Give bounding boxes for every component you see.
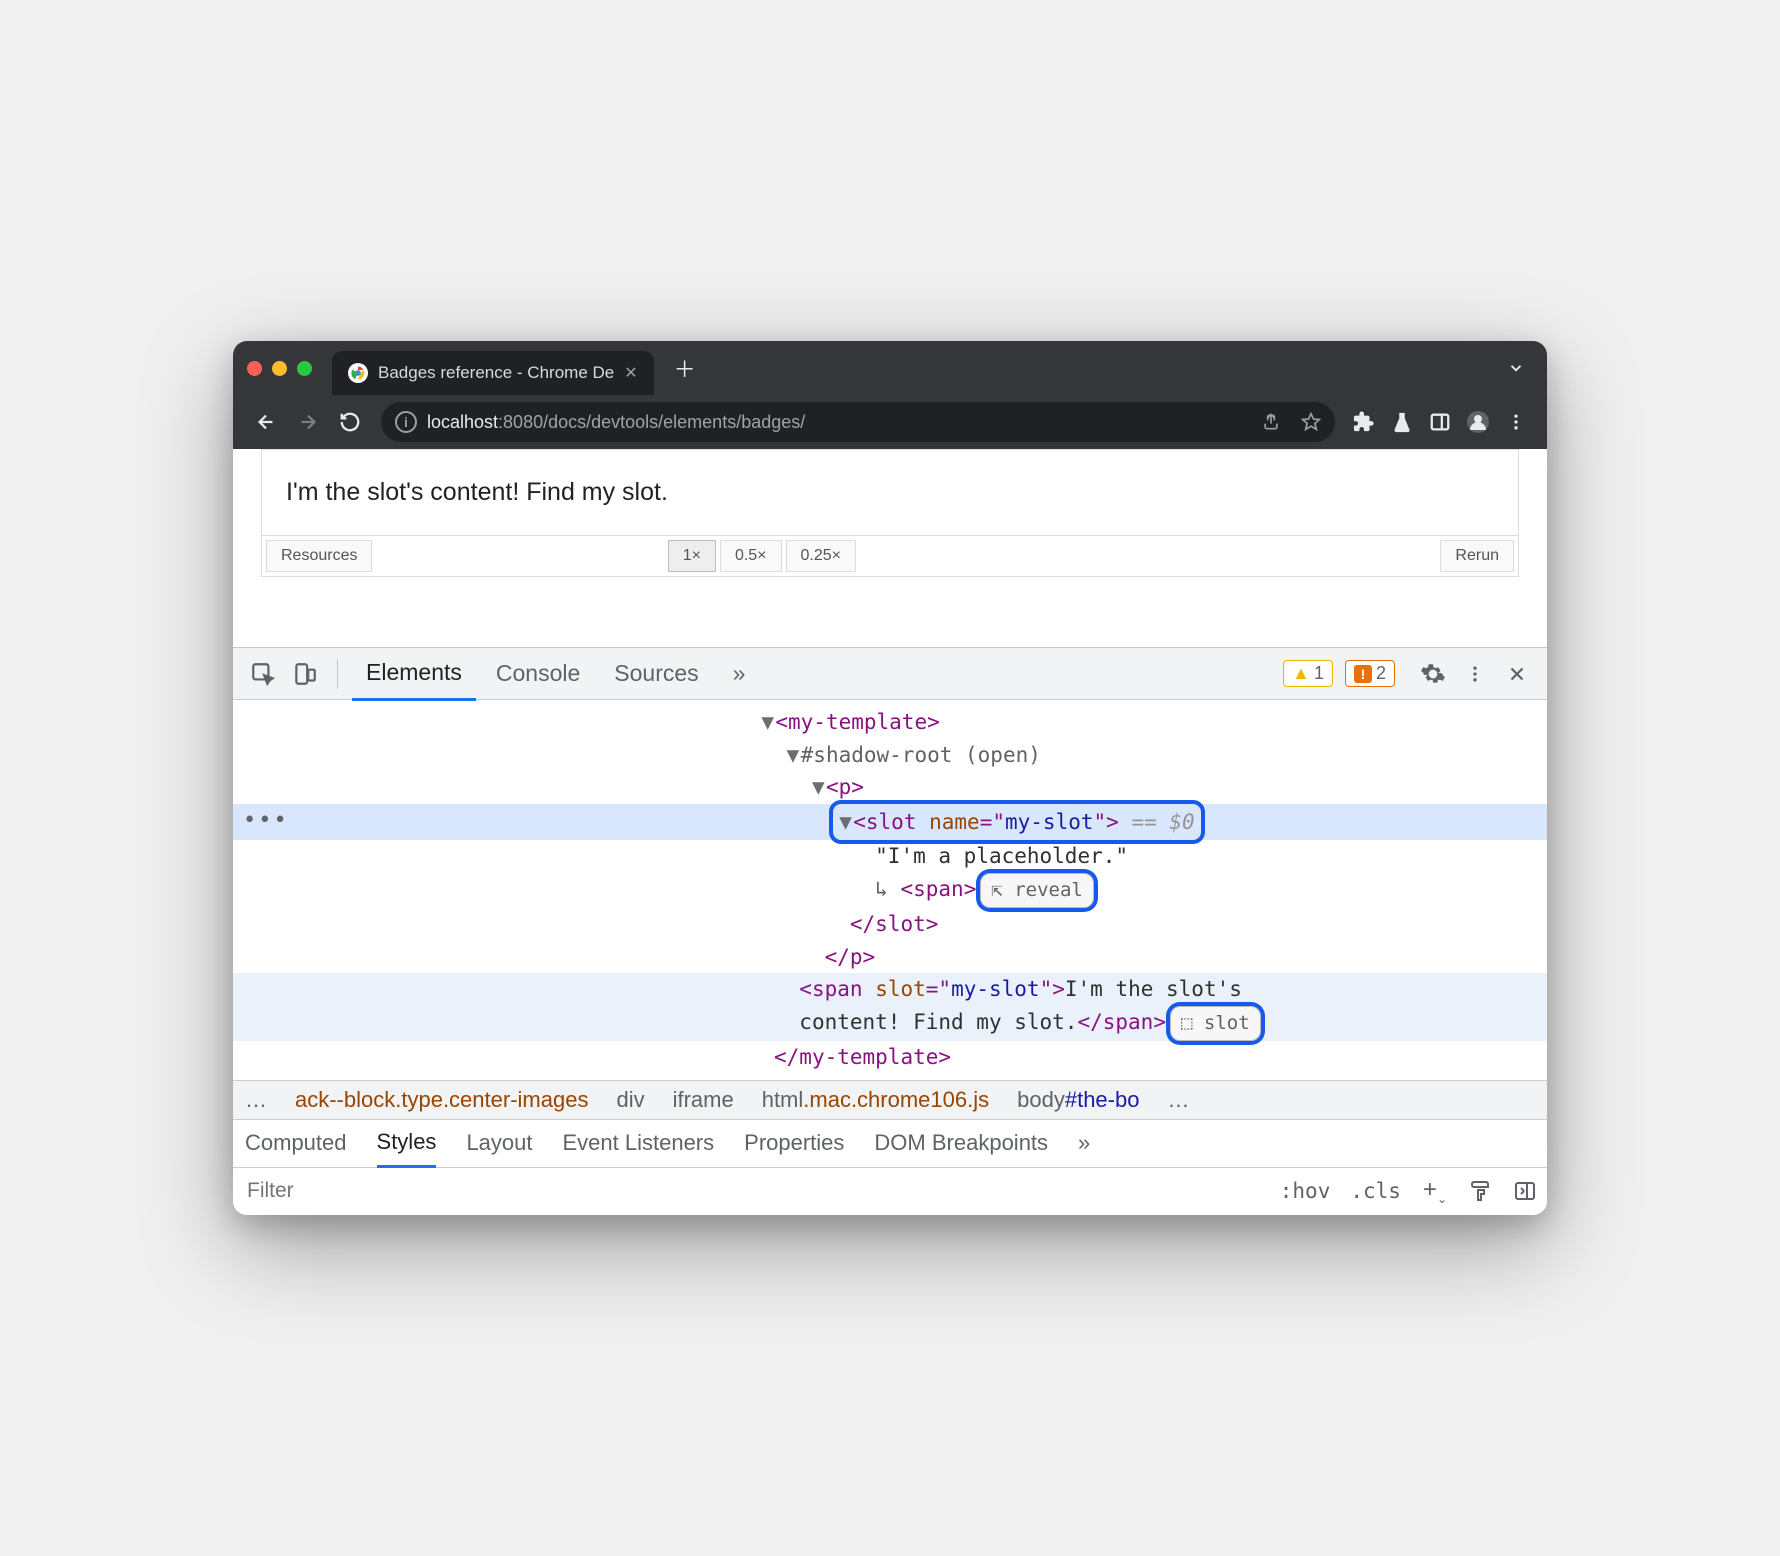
devtools-panel: Elements Console Sources » ▲1 !2 <box>233 647 1547 1215</box>
dom-node[interactable]: content! Find my slot.</span>⬚ slot <box>233 1006 1547 1041</box>
rerun-button[interactable]: Rerun <box>1440 540 1514 572</box>
chrome-menu-icon[interactable] <box>1499 405 1533 439</box>
forward-button[interactable] <box>289 403 327 441</box>
breadcrumb-segment[interactable]: div <box>616 1087 644 1113</box>
styles-filter-input[interactable] <box>233 1179 1270 1203</box>
minimize-window-button[interactable] <box>272 361 287 376</box>
issues-icon: ! <box>1354 665 1372 683</box>
zoom-half-button[interactable]: 0.5× <box>720 540 782 572</box>
devtools-menu-icon[interactable] <box>1457 656 1493 692</box>
browser-tab[interactable]: Badges reference - Chrome De ✕ <box>332 351 654 395</box>
warning-icon: ▲ <box>1292 663 1310 684</box>
subtab-layout[interactable]: Layout <box>466 1120 532 1166</box>
tab-console[interactable]: Console <box>482 648 594 699</box>
breadcrumb-segment[interactable]: body#the-bo <box>1017 1087 1139 1113</box>
maximize-window-button[interactable] <box>297 361 312 376</box>
cls-toggle[interactable]: .cls <box>1350 1179 1401 1203</box>
demo-container: I'm the slot's content! Find my slot. Re… <box>261 449 1519 577</box>
dom-node[interactable]: </slot> <box>233 908 1547 941</box>
dom-node[interactable]: ↳ <span>⇱ reveal <box>233 873 1547 908</box>
site-info-icon[interactable]: i <box>395 411 417 433</box>
dom-node[interactable]: ▼<p> <box>233 771 1547 804</box>
dom-node[interactable]: </p> <box>233 941 1547 974</box>
demo-controls: Resources 1× 0.5× 0.25× Rerun <box>262 536 1518 576</box>
warnings-badge[interactable]: ▲1 <box>1283 660 1333 687</box>
labs-icon[interactable] <box>1385 405 1419 439</box>
dom-node[interactable]: </my-template> <box>233 1041 1547 1074</box>
dom-tree[interactable]: ▼<my-template> ▼#shadow-root (open) ▼<p>… <box>233 700 1547 1080</box>
expand-dots-icon[interactable]: ••• <box>243 804 289 838</box>
slot-badge[interactable]: ⬚ slot <box>1170 1006 1261 1041</box>
traffic-lights <box>247 361 312 376</box>
share-icon[interactable] <box>1261 412 1281 432</box>
subtab-styles[interactable]: Styles <box>377 1119 437 1168</box>
zoom-quarter-button[interactable]: 0.25× <box>786 540 856 572</box>
subtab-event-listeners[interactable]: Event Listeners <box>563 1120 715 1166</box>
browser-window: Badges reference - Chrome De ✕ ＋ i local… <box>233 341 1547 1215</box>
tab-close-icon[interactable]: ✕ <box>624 363 637 383</box>
tab-elements[interactable]: Elements <box>352 647 476 701</box>
device-toolbar-icon[interactable] <box>287 656 323 692</box>
tab-search-icon[interactable] <box>1507 359 1525 377</box>
tab-title: Badges reference - Chrome De <box>378 363 614 383</box>
reveal-icon: ⇱ <box>991 879 1014 901</box>
dom-breadcrumbs[interactable]: … ack--block.type.center-images div ifra… <box>233 1080 1547 1119</box>
inspect-element-icon[interactable] <box>245 656 281 692</box>
tab-sources[interactable]: Sources <box>600 648 712 699</box>
settings-gear-icon[interactable] <box>1415 656 1451 692</box>
breadcrumb-segment[interactable]: html.mac.chrome106.js <box>762 1087 989 1113</box>
breadcrumb-segment[interactable]: iframe <box>673 1087 734 1113</box>
subtab-dom-breakpoints[interactable]: DOM Breakpoints <box>874 1120 1048 1166</box>
devtools-close-icon[interactable] <box>1499 656 1535 692</box>
title-bar: Badges reference - Chrome De ✕ ＋ <box>233 341 1547 395</box>
extensions-icon[interactable] <box>1347 405 1381 439</box>
zoom-1x-button[interactable]: 1× <box>668 540 716 572</box>
chrome-favicon-icon <box>348 363 368 383</box>
page-viewport: I'm the slot's content! Find my slot. Re… <box>233 449 1547 1215</box>
dom-node[interactable]: "I'm a placeholder." <box>233 840 1547 873</box>
profile-avatar[interactable] <box>1461 405 1495 439</box>
new-style-rule-icon[interactable]: +⌄ <box>1423 1176 1447 1206</box>
subtab-properties[interactable]: Properties <box>744 1120 844 1166</box>
close-window-button[interactable] <box>247 361 262 376</box>
address-bar: i localhost:8080/docs/devtools/elements/… <box>233 395 1547 449</box>
reload-button[interactable] <box>331 403 369 441</box>
new-tab-button[interactable]: ＋ <box>674 352 696 384</box>
sidepanel-icon[interactable] <box>1423 405 1457 439</box>
styles-filter-row: :hov .cls +⌄ <box>233 1167 1547 1215</box>
errors-badge[interactable]: !2 <box>1345 660 1395 687</box>
styles-tabbar: Computed Styles Layout Event Listeners P… <box>233 1119 1547 1167</box>
dom-node[interactable]: ▼<my-template> <box>233 706 1547 739</box>
toggle-sidebar-icon[interactable] <box>1513 1179 1537 1203</box>
dom-node-selected[interactable]: ••• ▼<slot name="my-slot"> == $0 <box>233 804 1547 841</box>
breadcrumb-segment[interactable]: ack--block.type.center-images <box>295 1087 588 1113</box>
reveal-badge[interactable]: ⇱ reveal <box>980 873 1094 908</box>
bookmark-icon[interactable] <box>1301 412 1321 432</box>
subtab-computed[interactable]: Computed <box>245 1120 347 1166</box>
devtools-tabbar: Elements Console Sources » ▲1 !2 <box>233 648 1547 700</box>
dom-node[interactable]: <span slot="my-slot">I'm the slot's <box>233 973 1547 1006</box>
url: localhost:8080/docs/devtools/elements/ba… <box>427 412 805 433</box>
paint-icon[interactable] <box>1469 1179 1493 1203</box>
subtab-more[interactable]: » <box>1078 1120 1090 1166</box>
slot-content-text: I'm the slot's content! Find my slot. <box>262 450 1518 536</box>
hov-toggle[interactable]: :hov <box>1280 1179 1331 1203</box>
omnibox[interactable]: i localhost:8080/docs/devtools/elements/… <box>381 402 1335 442</box>
back-button[interactable] <box>247 403 285 441</box>
slot-icon: ⬚ <box>1181 1012 1204 1034</box>
tab-more[interactable]: » <box>719 648 760 699</box>
resources-button[interactable]: Resources <box>266 540 372 572</box>
dom-node[interactable]: ▼#shadow-root (open) <box>233 739 1547 772</box>
